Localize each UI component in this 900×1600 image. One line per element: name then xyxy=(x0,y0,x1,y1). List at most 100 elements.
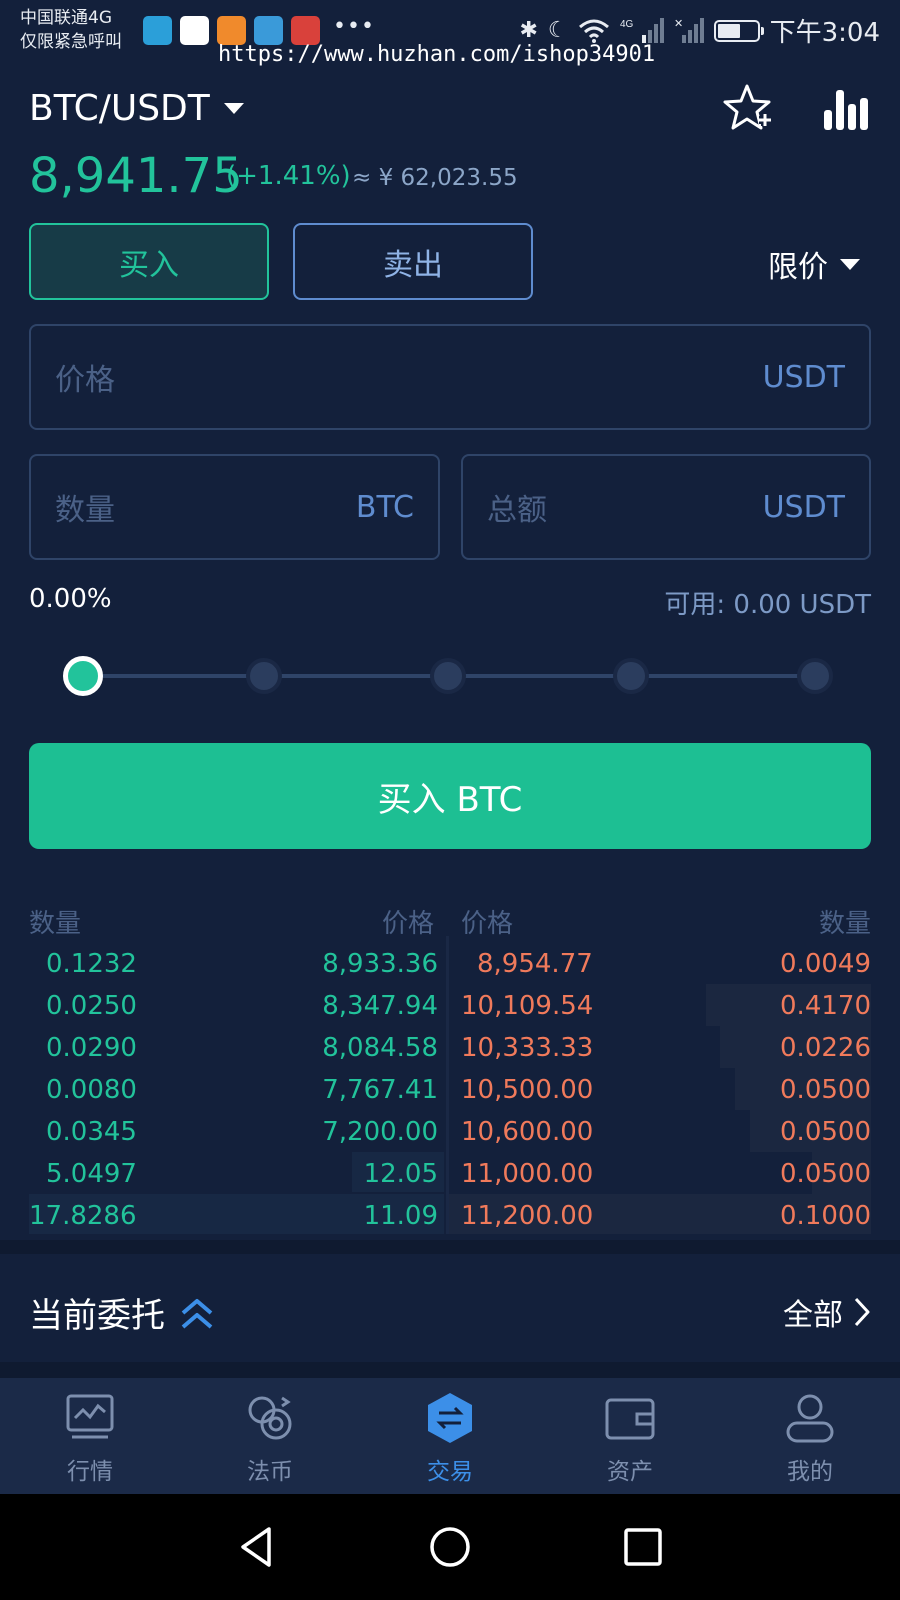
chevron-down-icon xyxy=(223,103,244,114)
price-input[interactable]: 价格 USDT xyxy=(29,324,871,430)
bid-qty: 17.8286 xyxy=(29,1201,137,1231)
double-chevron-up-icon xyxy=(181,1298,213,1329)
slider-stop-100[interactable] xyxy=(797,658,833,694)
bid-qty-header: 数量 xyxy=(29,909,82,939)
ask-qty-header: 数量 xyxy=(818,909,871,939)
watermark-url: https://www.huzhan.com/ishop34901 xyxy=(218,42,656,67)
ask-qty: 0.0500 xyxy=(780,1159,871,1189)
fiat-icon xyxy=(248,1396,292,1440)
bid-qty: 0.0080 xyxy=(46,1075,137,1105)
nav-label: 交易 xyxy=(427,1459,473,1485)
signal-icon: 4G xyxy=(620,17,664,43)
view-all-label: 全部 xyxy=(783,1298,843,1333)
bid-qty: 0.0345 xyxy=(46,1117,137,1147)
ask-price: 10,333.33 xyxy=(461,1033,594,1063)
bid-qty: 0.0290 xyxy=(46,1033,137,1063)
recents-icon[interactable] xyxy=(621,1525,665,1569)
amount-placeholder: 数量 xyxy=(55,493,115,528)
signal-no-sim-icon: ✕ xyxy=(674,17,704,43)
nav-fiat[interactable]: 法币 xyxy=(180,1378,360,1494)
nav-label: 资产 xyxy=(607,1459,653,1485)
orderbook-row[interactable]: 0.0080 7,767.41 10,500.00 0.0500 xyxy=(0,1070,900,1110)
percent-value: 0.00% xyxy=(29,584,112,614)
bid-price-header: 价格 xyxy=(382,909,435,939)
moon-icon: ☾ xyxy=(547,18,568,43)
amount-slider[interactable] xyxy=(63,656,839,696)
youku-icon xyxy=(180,16,209,45)
ask-price-header: 价格 xyxy=(461,909,514,939)
orderbook-row[interactable]: 0.0290 8,084.58 10,333.33 0.0226 xyxy=(0,1028,900,1068)
svg-text:4G: 4G xyxy=(620,19,634,30)
bank-icon xyxy=(291,16,320,45)
add-favorite-icon[interactable] xyxy=(721,82,773,134)
orderbook: 0.1232 8,933.36 8,954.77 0.0049 0.0250 8… xyxy=(0,936,900,1236)
nav-assets[interactable]: 资产 xyxy=(540,1378,720,1494)
kline-chart-icon[interactable] xyxy=(823,86,869,132)
view-all-link[interactable]: 全部 xyxy=(783,1290,871,1334)
bid-price: 12.05 xyxy=(363,1159,438,1189)
nav-label: 我的 xyxy=(787,1459,833,1485)
chevron-right-icon xyxy=(854,1297,870,1327)
orderbook-row[interactable]: 0.0250 8,347.94 10,109.54 0.4170 xyxy=(0,986,900,1026)
bid-price: 8,933.36 xyxy=(322,949,438,979)
ask-price: 10,600.00 xyxy=(461,1117,594,1147)
wallet-icon xyxy=(605,1398,655,1440)
ask-price: 8,954.77 xyxy=(477,949,593,979)
section-divider xyxy=(0,1362,900,1378)
bid-qty: 0.0250 xyxy=(46,991,137,1021)
back-icon[interactable] xyxy=(235,1525,279,1569)
bid-price: 7,200.00 xyxy=(322,1117,438,1147)
order-type-label: 限价 xyxy=(768,250,828,285)
fiat-value: ≈ ¥ 62,023.55 xyxy=(352,165,518,191)
total-input[interactable]: 总额 USDT xyxy=(461,454,871,560)
bid-qty: 0.1232 xyxy=(46,949,137,979)
price-change: (+1.41%) xyxy=(226,161,351,191)
ask-price: 11,200.00 xyxy=(461,1201,594,1231)
bluetooth-icon: ✱ xyxy=(519,18,538,43)
more-notifications-icon: ••• xyxy=(333,14,375,39)
ask-qty: 0.0049 xyxy=(780,949,871,979)
order-type-selector[interactable]: 限价 xyxy=(768,242,860,286)
carrier-status: 仅限紧急呼叫 xyxy=(20,32,122,52)
ask-qty: 0.4170 xyxy=(780,991,871,1021)
orderbook-row[interactable]: 0.0345 7,200.00 10,600.00 0.0500 xyxy=(0,1112,900,1152)
carrier-info: 中国联通4G 仅限紧急呼叫 xyxy=(20,6,122,54)
pair-label: BTC/USDT xyxy=(29,88,210,129)
ask-price: 10,500.00 xyxy=(461,1075,594,1105)
current-orders-toggle[interactable]: 当前委托 xyxy=(29,1288,215,1337)
wifi-icon xyxy=(578,19,609,43)
nav-trade[interactable]: 交易 xyxy=(360,1378,540,1494)
bid-price: 8,084.58 xyxy=(322,1033,438,1063)
nav-profile[interactable]: 我的 xyxy=(720,1378,900,1494)
ask-qty: 0.0500 xyxy=(780,1117,871,1147)
submit-buy-button[interactable]: 买入 BTC xyxy=(29,743,871,849)
slider-stop-25[interactable] xyxy=(246,658,282,694)
orderbook-row[interactable]: 0.1232 8,933.36 8,954.77 0.0049 xyxy=(0,944,900,984)
orderbook-row[interactable]: 5.0497 12.05 11,000.00 0.0500 xyxy=(0,1154,900,1194)
home-icon[interactable] xyxy=(428,1525,472,1569)
ask-qty: 0.1000 xyxy=(780,1201,871,1231)
section-divider xyxy=(0,1240,900,1254)
tab-sell[interactable]: 卖出 xyxy=(293,223,533,300)
slider-stop-75[interactable] xyxy=(613,658,649,694)
last-price: 8,941.75 xyxy=(29,148,243,204)
amount-unit: BTC xyxy=(355,489,414,525)
pair-selector[interactable]: BTC/USDT xyxy=(29,88,244,129)
nav-label: 法币 xyxy=(247,1459,293,1485)
bid-qty: 5.0497 xyxy=(46,1159,137,1189)
notification-icons xyxy=(143,16,320,45)
bid-price: 8,347.94 xyxy=(322,991,438,1021)
price-unit: USDT xyxy=(762,359,845,395)
nav-market[interactable]: 行情 xyxy=(0,1378,180,1494)
bottom-nav: 行情 法币 交易 资产 我的 xyxy=(0,1378,900,1494)
slider-stop-50[interactable] xyxy=(430,658,466,694)
amount-input[interactable]: 数量 BTC xyxy=(29,454,440,560)
orderbook-row[interactable]: 17.8286 11.09 11,200.00 0.1000 xyxy=(0,1196,900,1236)
tab-buy[interactable]: 买入 xyxy=(29,223,269,300)
ask-qty: 0.0500 xyxy=(780,1075,871,1105)
clock: 下午3:04 xyxy=(769,18,880,48)
market-icon xyxy=(66,1394,114,1439)
slider-stop-0[interactable] xyxy=(63,656,103,696)
ask-price: 11,000.00 xyxy=(461,1159,594,1189)
available-balance: 可用: 0.00 USDT xyxy=(664,590,871,620)
